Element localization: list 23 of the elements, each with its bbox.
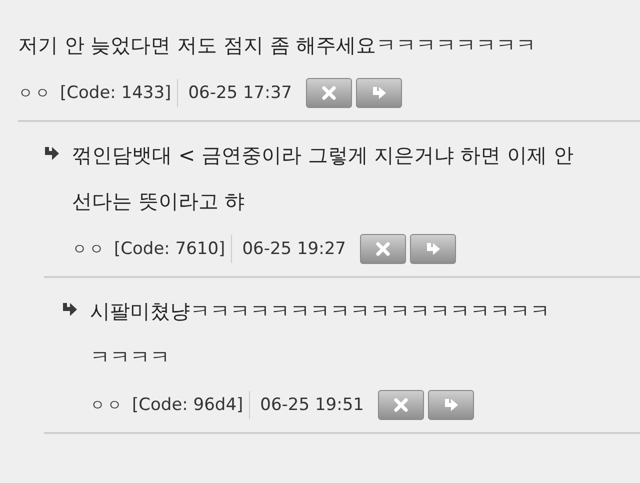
close-icon [320,84,338,102]
comment-code: [Code: 1433] [60,83,172,103]
author-name: ㅇㅇ [72,240,106,258]
author-name: ㅇㅇ [90,396,124,414]
comment-datetime: 06-25 17:37 [188,83,292,103]
delete-button[interactable] [306,78,352,108]
author-name: ㅇㅇ [18,84,52,102]
delete-button[interactable] [360,234,406,264]
comment-code: [Code: 96d4] [132,395,244,415]
reply-arrow-icon [44,146,60,161]
comment-text: 시팔미쳤냥ㅋㅋㅋㅋㅋㅋㅋㅋㅋㅋㅋㅋㅋㅋㅋㅋㅋㅋㅋㅋㅋㅋ [90,298,551,371]
delete-button[interactable] [378,390,424,420]
comment-code: [Code: 7610] [114,239,226,259]
close-icon [374,240,392,258]
comment-text: 저기 안 늦었다면 저도 점지 좀 해주세요ㅋㅋㅋㅋㅋㅋㅋㅋ [18,32,538,59]
reply-button[interactable] [356,78,402,108]
reply-button[interactable] [428,390,474,420]
comment-text: 꺾인담뱃대 < 금연중이라 그렇게 지은거냐 하면 이제 안선다는 뜻이라고 햐 [72,142,574,215]
comment-datetime: 06-25 19:51 [260,395,364,415]
close-icon [392,396,410,414]
reply-arrow-icon [62,302,78,317]
reply-button[interactable] [410,234,456,264]
comment-datetime: 06-25 19:27 [242,239,346,259]
